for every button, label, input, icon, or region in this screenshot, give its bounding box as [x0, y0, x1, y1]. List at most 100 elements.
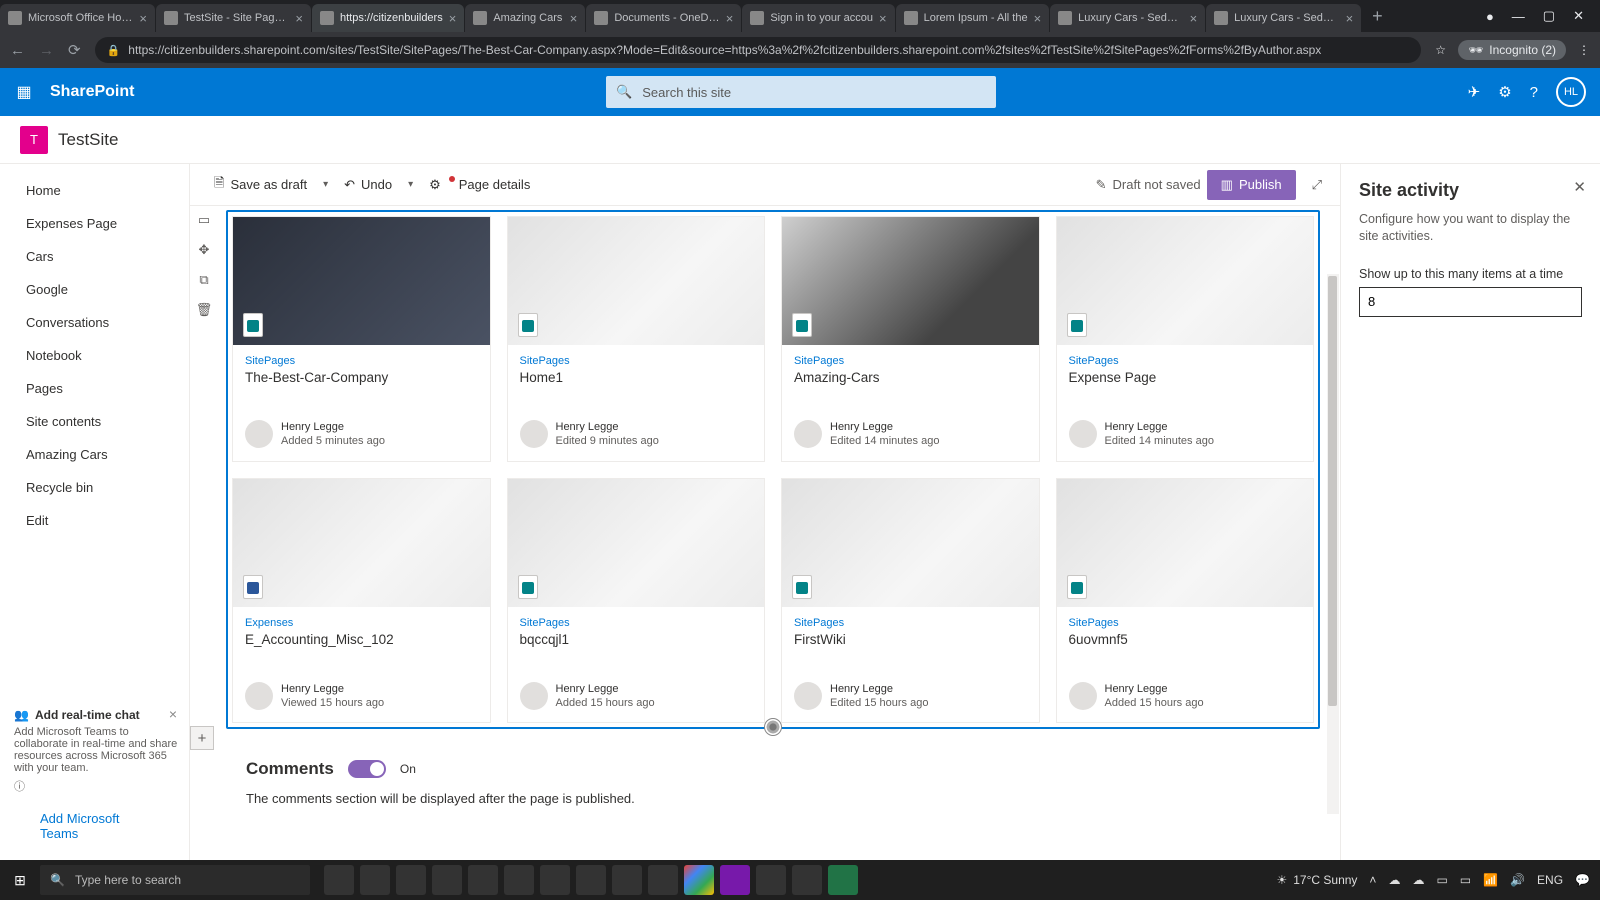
page-details-button[interactable]: ⚙Page details: [423, 173, 536, 197]
app-icon[interactable]: [792, 865, 822, 895]
add-section-button[interactable]: +: [190, 726, 214, 750]
close-icon[interactable]: ×: [570, 11, 578, 26]
comments-toggle[interactable]: [348, 760, 386, 778]
wifi-icon[interactable]: 📶: [1483, 873, 1498, 887]
site-search[interactable]: 🔍 Search this site: [606, 76, 996, 108]
nav-item[interactable]: Notebook: [0, 339, 189, 372]
task-view-icon[interactable]: [324, 865, 354, 895]
chevron-down-icon[interactable]: ▾: [319, 179, 332, 190]
site-name[interactable]: TestSite: [58, 130, 118, 150]
onedrive-icon[interactable]: ☁: [1412, 873, 1424, 887]
onedrive-icon[interactable]: ☁: [1388, 873, 1400, 887]
suite-brand[interactable]: SharePoint: [50, 83, 134, 101]
app-icon[interactable]: [648, 865, 678, 895]
close-icon[interactable]: ×: [169, 706, 177, 722]
publish-button[interactable]: ▥Publish: [1207, 170, 1296, 200]
nav-item[interactable]: Google: [0, 273, 189, 306]
activity-card[interactable]: SitePagesExpense PageHenry LeggeEdited 1…: [1056, 216, 1315, 462]
volume-icon[interactable]: 🔊: [1510, 873, 1525, 887]
calculator-icon[interactable]: [576, 865, 606, 895]
close-icon[interactable]: ×: [879, 11, 887, 26]
onenote-icon[interactable]: [720, 865, 750, 895]
info-icon[interactable]: ⓘ: [14, 778, 179, 794]
edit-webpart-icon[interactable]: ▭: [198, 212, 210, 228]
close-icon[interactable]: ✕: [1573, 178, 1586, 196]
activity-card[interactable]: SitePagesbqccqjl1Henry LeggeAdded 15 hou…: [507, 478, 766, 724]
taskbar-search[interactable]: 🔍 Type here to search: [40, 865, 310, 895]
reload-icon[interactable]: ⟳: [68, 41, 81, 59]
browser-tab[interactable]: Microsoft Office Home×: [0, 4, 155, 32]
add-teams-link[interactable]: Add Microsoft Teams: [14, 802, 179, 850]
mail-icon[interactable]: [540, 865, 570, 895]
close-icon[interactable]: ×: [1346, 11, 1354, 26]
new-tab-button[interactable]: +: [1362, 6, 1393, 27]
browser-tab[interactable]: Lorem Ipsum - All the×: [896, 4, 1050, 32]
close-icon[interactable]: ×: [295, 11, 303, 26]
close-icon[interactable]: ×: [449, 11, 457, 26]
close-icon[interactable]: ×: [726, 11, 734, 26]
canvas-scrollbar[interactable]: [1327, 274, 1339, 814]
nav-item[interactable]: Pages: [0, 372, 189, 405]
save-draft-button[interactable]: 🗎Save as draft: [208, 170, 313, 200]
user-avatar[interactable]: HL: [1556, 77, 1586, 107]
forward-icon[interactable]: →: [39, 42, 54, 59]
store-icon[interactable]: [468, 865, 498, 895]
activity-card[interactable]: SitePagesFirstWikiHenry LeggeEdited 15 h…: [781, 478, 1040, 724]
undo-button[interactable]: ↶Undo: [338, 173, 398, 197]
site-activity-webpart[interactable]: SitePagesThe-Best-Car-CompanyHenry Legge…: [226, 210, 1320, 729]
network-icon[interactable]: ▭: [1460, 873, 1471, 887]
browser-tab[interactable]: Luxury Cars - Sedans,×: [1206, 4, 1361, 32]
close-icon[interactable]: ×: [1034, 11, 1042, 26]
browser-tab[interactable]: https://citizenbuilders×: [312, 4, 464, 32]
obs-icon[interactable]: [756, 865, 786, 895]
nav-item[interactable]: Site contents: [0, 405, 189, 438]
excel-icon[interactable]: [828, 865, 858, 895]
nav-item[interactable]: Recycle bin: [0, 471, 189, 504]
activity-card[interactable]: SitePagesHome1Henry LeggeEdited 9 minute…: [507, 216, 766, 462]
move-webpart-icon[interactable]: ✥: [199, 242, 210, 258]
browser-menu-icon[interactable]: ⋮: [1578, 43, 1590, 57]
edge-icon[interactable]: [396, 865, 426, 895]
items-count-input[interactable]: [1359, 287, 1582, 317]
maximize-icon[interactable]: ▢: [1543, 8, 1555, 24]
expand-icon[interactable]: ⤢: [1312, 177, 1322, 193]
bookmark-icon[interactable]: ☆: [1435, 43, 1446, 57]
nav-item[interactable]: Home: [0, 174, 189, 207]
incognito-indicator[interactable]: 🕶 Incognito (2): [1458, 40, 1566, 60]
nav-item[interactable]: Cars: [0, 240, 189, 273]
settings-gear-icon[interactable]: ⚙: [1498, 83, 1511, 101]
chevron-up-icon[interactable]: ˄: [1369, 873, 1376, 887]
duplicate-webpart-icon[interactable]: ⧉: [199, 272, 208, 288]
notifications-icon[interactable]: 💬: [1575, 873, 1590, 887]
browser-tab[interactable]: Documents - OneDriv×: [586, 4, 741, 32]
activity-card[interactable]: SitePagesAmazing-CarsHenry LeggeEdited 1…: [781, 216, 1040, 462]
activity-card[interactable]: SitePagesThe-Best-Car-CompanyHenry Legge…: [232, 216, 491, 462]
explorer-icon[interactable]: [432, 865, 462, 895]
close-window-icon[interactable]: ✕: [1573, 8, 1584, 24]
start-button[interactable]: ⊞: [0, 872, 40, 889]
activity-card[interactable]: SitePages6uovmnf5Henry LeggeAdded 15 hou…: [1056, 478, 1315, 724]
language-indicator[interactable]: ENG: [1537, 873, 1563, 887]
site-logo[interactable]: T: [20, 126, 48, 154]
nav-item[interactable]: Edit: [0, 504, 189, 537]
resize-handle[interactable]: [764, 718, 782, 736]
account-dot-icon[interactable]: ●: [1486, 9, 1494, 24]
minimize-icon[interactable]: ―: [1512, 9, 1525, 24]
send-icon[interactable]: ✈: [1468, 83, 1481, 101]
browser-tab[interactable]: TestSite - Site Pages -×: [156, 4, 311, 32]
app-icon[interactable]: [504, 865, 534, 895]
browser-tab[interactable]: Sign in to your accou×: [742, 4, 894, 32]
app-icon[interactable]: [612, 865, 642, 895]
url-field[interactable]: 🔒 https://citizenbuilders.sharepoint.com…: [95, 37, 1422, 63]
battery-icon[interactable]: ▭: [1436, 873, 1447, 887]
delete-webpart-icon[interactable]: 🗑: [196, 302, 213, 318]
activity-card[interactable]: ExpensesE_Accounting_Misc_102Henry Legge…: [232, 478, 491, 724]
nav-item[interactable]: Amazing Cars: [0, 438, 189, 471]
close-icon[interactable]: ×: [139, 11, 147, 26]
nav-item[interactable]: Expenses Page: [0, 207, 189, 240]
chevron-down-icon[interactable]: ▾: [404, 179, 417, 190]
help-icon[interactable]: ?: [1530, 84, 1538, 101]
app-launcher-icon[interactable]: ▦: [0, 82, 48, 102]
close-icon[interactable]: ×: [1190, 11, 1198, 26]
back-icon[interactable]: ←: [10, 42, 25, 59]
